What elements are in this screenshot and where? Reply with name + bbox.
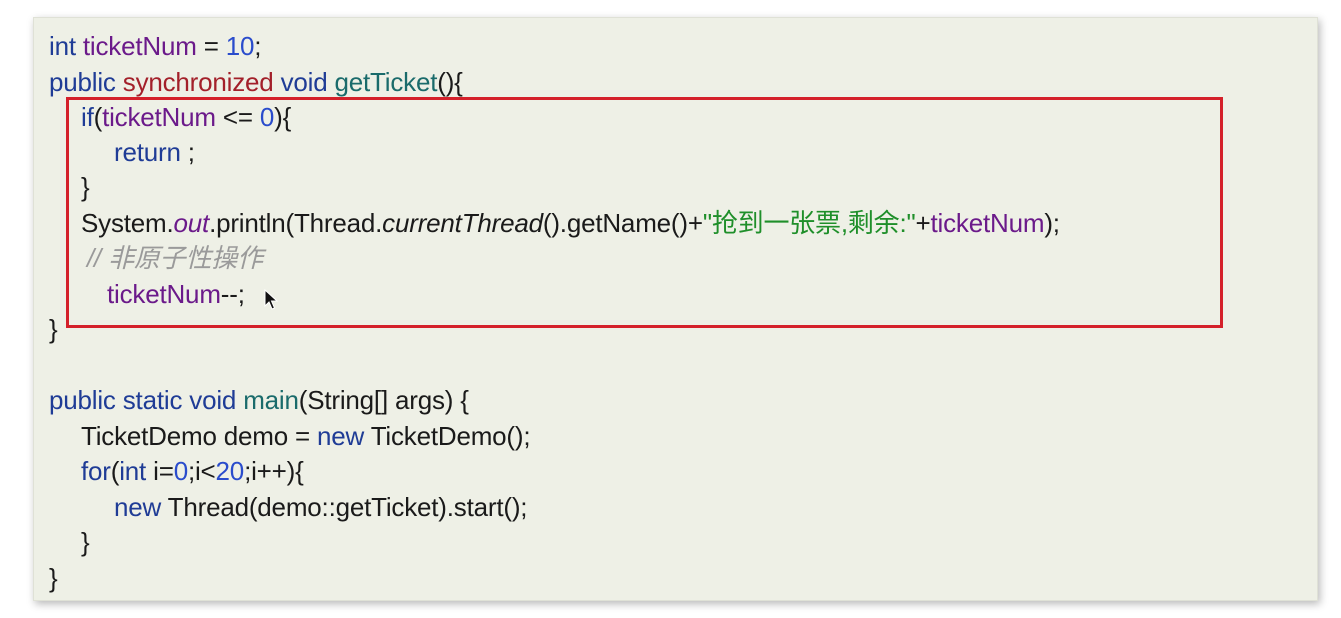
code-token: return (114, 137, 181, 167)
code-token: synchronized (122, 67, 274, 97)
code-line: } (81, 527, 90, 557)
code-line: public synchronized void getTicket(){ (49, 67, 463, 97)
code-line: return ; (114, 137, 195, 167)
code-token: int (49, 31, 76, 61)
code-token: ;i< (187, 456, 216, 486)
code-token: --; (220, 279, 245, 309)
code-token: int (119, 456, 147, 486)
code-token: } (49, 314, 58, 344)
code-line: } (81, 172, 90, 202)
code-token: out (173, 208, 210, 238)
code-token: ().getName()+ (542, 208, 703, 238)
code-token: (){ (437, 67, 463, 97)
code-token: ( (93, 102, 103, 132)
mouse-pointer-icon (264, 289, 278, 310)
code-line: public static void main(String[] args) { (49, 385, 469, 415)
code-token: main (243, 385, 299, 415)
code-token: if (81, 102, 94, 132)
slide-canvas: int ticketNum = 10; public synchronized … (0, 0, 1341, 618)
code-token: + (915, 208, 931, 238)
code-token: } (49, 563, 58, 593)
code-token: for (81, 456, 111, 486)
code-token: Thread(demo::getTicket).start(); (161, 492, 528, 522)
code-token: <= (215, 102, 260, 132)
code-line: for(int i=0;i<20;i++){ (81, 456, 304, 486)
code-token: ; (254, 31, 262, 61)
code-token: TicketDemo(); (364, 421, 531, 451)
code-token: } (81, 172, 90, 202)
code-token: } (81, 527, 90, 557)
code-token: ticketNum (102, 102, 216, 132)
code-token: ); (1044, 208, 1060, 238)
code-token: System. (81, 208, 174, 238)
code-token: ; (180, 137, 195, 167)
code-token: ( (110, 456, 120, 486)
code-token: currentThread (382, 208, 543, 238)
code-token: 20 (215, 456, 245, 486)
code-token: ticketNum (930, 208, 1045, 238)
code-token: // 非原子性操作 (87, 243, 263, 273)
code-token: void (273, 67, 335, 97)
code-token: getTicket (334, 67, 438, 97)
code-token: "抢到一张票,剩余:" (702, 208, 916, 238)
code-line: TicketDemo demo = new TicketDemo(); (81, 421, 531, 451)
code-panel: int ticketNum = 10; public synchronized … (33, 17, 1318, 601)
code-token: 0 (173, 456, 188, 486)
code-line: new Thread(demo::getTicket).start(); (114, 492, 527, 522)
code-line: int ticketNum = 10; (49, 31, 261, 61)
code-line: ticketNum--; (107, 279, 245, 309)
code-token: TicketDemo demo = (81, 421, 318, 451)
code-token: .println(Thread. (209, 208, 383, 238)
code-line: System.out.println(Thread.currentThread(… (81, 208, 1060, 238)
code-token: new (317, 421, 365, 451)
code-token: new (114, 492, 162, 522)
code-token: 0 (259, 102, 275, 132)
code-token: public (49, 67, 123, 97)
code-token: 10 (225, 31, 255, 61)
code-line: // 非原子性操作 (87, 243, 263, 273)
code-line: } (49, 563, 58, 593)
code-token: = (203, 31, 226, 61)
code-token: ticketNum (107, 279, 221, 309)
code-line: } (49, 314, 58, 344)
code-token: public static void (49, 385, 244, 415)
code-token: (String[] args) { (298, 385, 469, 415)
code-token: i= (146, 456, 174, 486)
code-token: ){ (274, 102, 292, 132)
code-line: if(ticketNum <= 0){ (81, 102, 291, 132)
code-token: ;i++){ (244, 456, 304, 486)
code-token: ticketNum (75, 31, 204, 61)
